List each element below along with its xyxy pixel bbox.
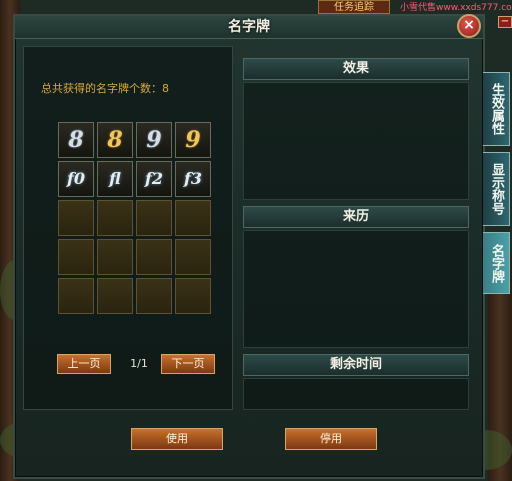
remaining-time-header: 剩余时间 bbox=[243, 354, 469, 376]
quest-tracking-tab[interactable]: 任务追踪 bbox=[318, 0, 390, 14]
nameplate-slot[interactable]: f0 bbox=[58, 161, 94, 197]
effect-section-body bbox=[243, 82, 469, 200]
nameplate-slot[interactable]: 9 bbox=[175, 122, 211, 158]
source-section-body bbox=[243, 230, 469, 348]
nameplate-count-label: 总共获得的名字牌个数：8 bbox=[41, 82, 169, 95]
minimize-button[interactable]: − bbox=[498, 16, 512, 28]
empty-slot[interactable] bbox=[58, 200, 94, 236]
window-title: 名字牌 bbox=[228, 19, 270, 35]
empty-slot[interactable] bbox=[175, 278, 211, 314]
nameplate-slot[interactable]: 8 bbox=[58, 122, 94, 158]
page-indicator: 1/1 bbox=[130, 357, 148, 370]
disable-button[interactable]: 停用 bbox=[285, 428, 377, 450]
watermark-text: 小雪代售www.xxds777.com bbox=[400, 3, 512, 13]
title-bar: 名字牌 bbox=[15, 16, 483, 39]
nameplate-slot[interactable]: f2 bbox=[136, 161, 172, 197]
close-button[interactable]: × bbox=[457, 14, 481, 38]
tab-display-title[interactable]: 显示称号 bbox=[483, 152, 510, 226]
empty-slot[interactable] bbox=[175, 200, 211, 236]
nameplate-icon: 9 bbox=[146, 127, 162, 153]
nameplate-slot[interactable]: f3 bbox=[175, 161, 211, 197]
nameplate-icon: f3 bbox=[183, 169, 202, 188]
nameplate-icon: f0 bbox=[66, 169, 85, 188]
source-section-header: 来历 bbox=[243, 206, 469, 228]
tab-active-attributes[interactable]: 生效属性 bbox=[483, 72, 510, 146]
nameplate-slot[interactable]: 8 bbox=[97, 122, 133, 158]
close-icon: × bbox=[463, 17, 475, 33]
empty-slot[interactable] bbox=[58, 278, 94, 314]
nameplate-icon: 8 bbox=[107, 127, 123, 153]
use-button[interactable]: 使用 bbox=[131, 428, 223, 450]
empty-slot[interactable] bbox=[97, 278, 133, 314]
empty-slot[interactable] bbox=[97, 200, 133, 236]
nameplate-slot[interactable]: fl bbox=[97, 161, 133, 197]
nameplate-icon: fl bbox=[109, 169, 121, 188]
empty-slot[interactable] bbox=[175, 239, 211, 275]
nameplate-icon: 8 bbox=[68, 127, 84, 153]
nameplate-grid: 8 8 9 9 f0 fl f2 f3 bbox=[58, 122, 214, 316]
remaining-time-body bbox=[243, 378, 469, 410]
details-panel: 效果 来历 剩余时间 bbox=[243, 56, 471, 410]
empty-slot[interactable] bbox=[136, 239, 172, 275]
empty-slot[interactable] bbox=[58, 239, 94, 275]
empty-slot[interactable] bbox=[97, 239, 133, 275]
nameplate-slot[interactable]: 9 bbox=[136, 122, 172, 158]
prev-page-button[interactable]: 上一页 bbox=[57, 354, 111, 374]
empty-slot[interactable] bbox=[136, 200, 172, 236]
next-page-button[interactable]: 下一页 bbox=[161, 354, 215, 374]
nameplate-icon: f2 bbox=[144, 169, 163, 188]
nameplate-icon: 9 bbox=[185, 127, 201, 153]
empty-slot[interactable] bbox=[136, 278, 172, 314]
tab-nameplate[interactable]: 名字牌 bbox=[483, 232, 510, 294]
effect-section-header: 效果 bbox=[243, 58, 469, 80]
nameplate-window: 名字牌 × 总共获得的名字牌个数：8 8 8 9 9 f0 fl f2 f3 上一页 1/1 … bbox=[13, 14, 485, 479]
